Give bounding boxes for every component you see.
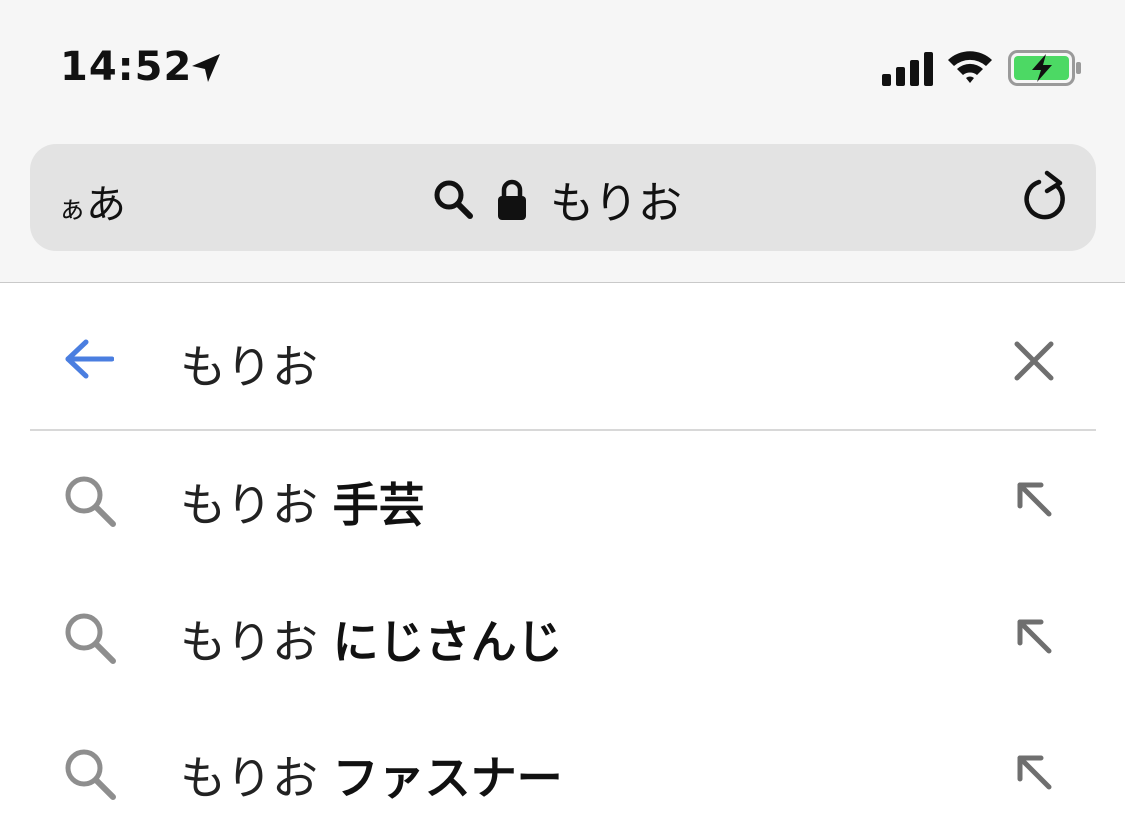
cellular-signal-icon (882, 52, 933, 86)
status-time: 14:52 (60, 44, 193, 90)
fill-query-arrow-icon[interactable] (1014, 752, 1054, 792)
back-arrow-icon[interactable] (64, 339, 114, 379)
screen: 14:52 ぁあ もりお もりお もりお 手芸 もりお にじさんじ もりお ファ… (0, 0, 1125, 826)
suggestion-text: もりお 手芸 (180, 469, 425, 535)
location-arrow-icon (192, 54, 220, 82)
reload-icon[interactable] (1022, 169, 1070, 225)
search-icon (65, 749, 116, 800)
text-size-label-small: ぁ (58, 192, 87, 225)
search-icon (65, 613, 116, 664)
battery-charging-icon (1008, 50, 1081, 86)
suggestion-item[interactable]: もりお にじさんじ (30, 570, 1096, 706)
url-display[interactable]: もりお (432, 174, 682, 229)
text-size-label-large: あ (86, 182, 127, 228)
fill-query-arrow-icon[interactable] (1014, 616, 1054, 656)
suggestion-item[interactable]: もりお 手芸 (30, 433, 1096, 569)
text-size-button[interactable]: ぁあ (58, 172, 126, 230)
close-icon[interactable] (1014, 341, 1054, 381)
fill-query-arrow-icon[interactable] (1014, 479, 1054, 519)
suggestion-completion: ファスナー (332, 751, 563, 805)
search-box: もりお (30, 283, 1096, 431)
lock-icon (498, 179, 526, 220)
wifi-icon (948, 51, 992, 83)
suggestion-text: もりお にじさんじ (180, 606, 563, 672)
browser-chrome: 14:52 ぁあ もりお (0, 0, 1125, 283)
suggestion-completion: 手芸 (332, 478, 425, 532)
suggestion-completion: にじさんじ (332, 615, 563, 669)
suggestion-text: もりお ファスナー (180, 742, 563, 808)
search-icon (65, 476, 116, 527)
suggestion-item[interactable]: もりお ファスナー (30, 706, 1096, 826)
suggestion-prefix: もりお (180, 751, 318, 805)
url-text: もりお (550, 178, 682, 229)
suggestion-prefix: もりお (180, 615, 318, 669)
search-input[interactable]: もりお (180, 331, 318, 397)
suggestion-prefix: もりお (180, 478, 318, 532)
address-bar[interactable]: ぁあ もりお (30, 144, 1096, 251)
search-icon (434, 180, 473, 219)
